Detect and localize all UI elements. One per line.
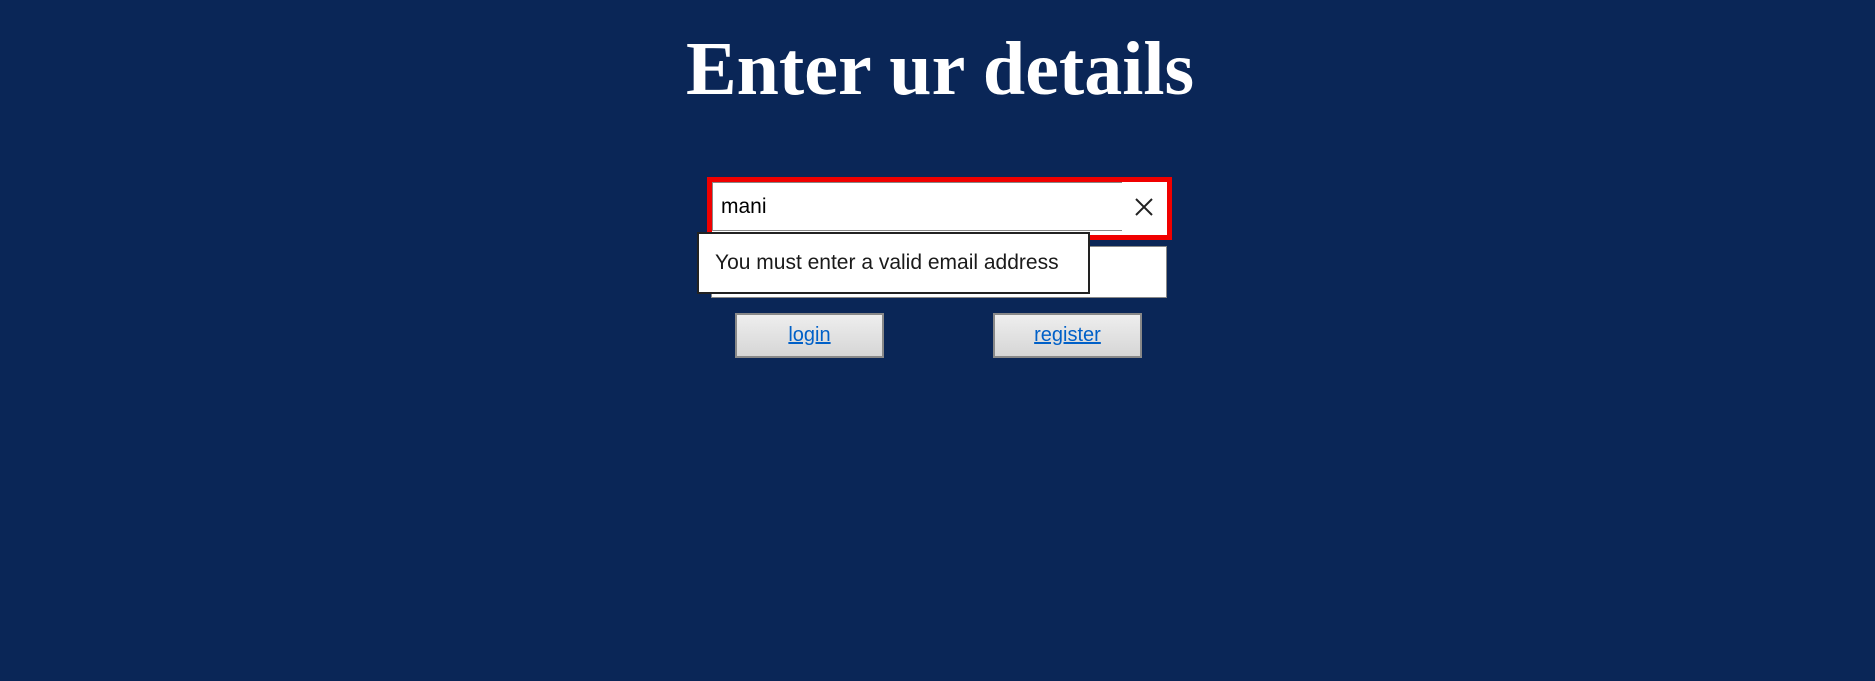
page-title: Enter ur details <box>685 27 1195 111</box>
login-button[interactable]: login <box>735 313 884 358</box>
email-field-container <box>707 177 1172 240</box>
clear-input-icon[interactable] <box>1129 192 1159 222</box>
validation-tooltip: You must enter a valid email address <box>697 232 1090 294</box>
email-field[interactable] <box>712 182 1122 231</box>
register-button[interactable]: register <box>993 313 1142 358</box>
